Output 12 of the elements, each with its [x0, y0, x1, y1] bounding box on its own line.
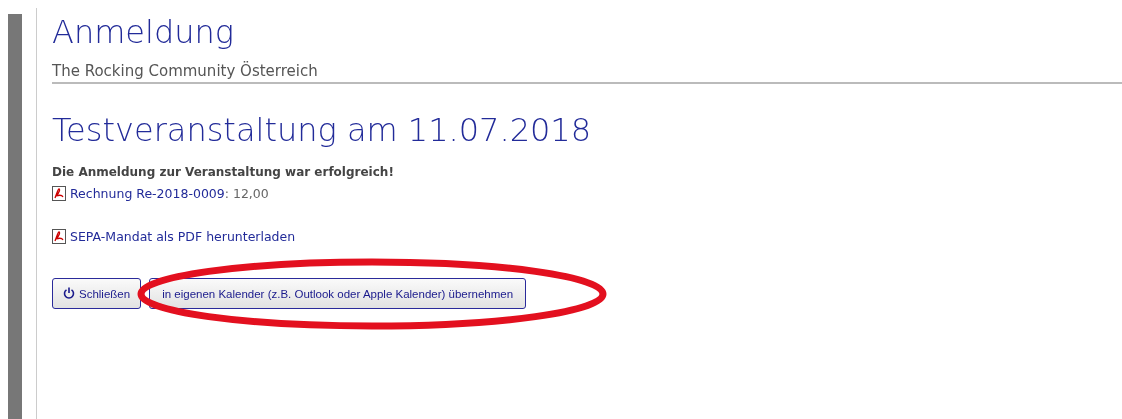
sepa-download-link[interactable]: SEPA-Mandat als PDF herunterladen [70, 229, 296, 244]
success-message: Die Anmeldung zur Veranstaltung war erfolgreich! [52, 165, 394, 179]
page-title: Anmeldung [52, 12, 234, 53]
pdf-icon [52, 229, 66, 244]
pdf-icon [52, 186, 66, 201]
invoice-link[interactable]: Rechnung Re-2018-0009 [70, 186, 225, 201]
power-icon [63, 287, 75, 299]
organization-name: The Rocking Community Österreich [52, 62, 318, 80]
event-heading: Testveranstaltung am 11.07.2018 [52, 110, 592, 151]
close-button[interactable]: Schließen [52, 278, 142, 309]
add-to-calendar-button[interactable]: in eigenen Kalender (z.B. Outlook oder Apple Kalender) übernehmen [149, 278, 527, 309]
invoice-amount: : 12,00 [224, 186, 269, 201]
